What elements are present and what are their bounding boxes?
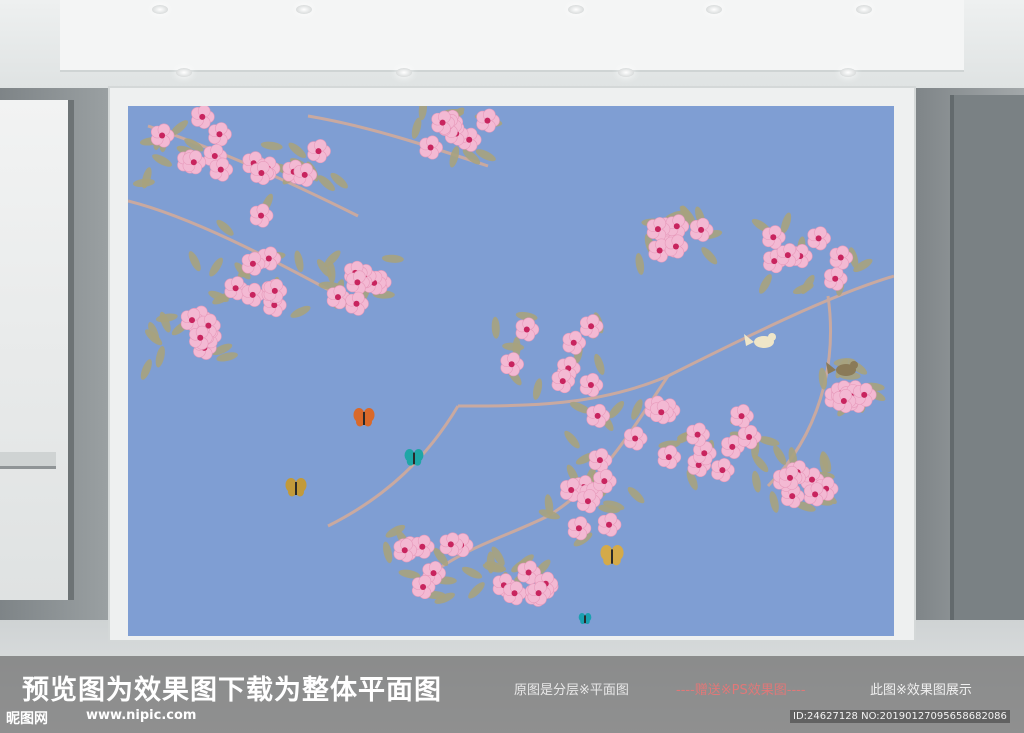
spotlight-icon [856,5,872,14]
leaf-icon [468,582,485,599]
peach-blossom-icon [503,581,527,606]
peach-blossom-icon [476,108,500,133]
note-preview: 此图※效果图展示 [870,683,972,698]
spotlight-icon [568,5,584,14]
peach-blossom-icon [191,106,215,129]
peach-blossom-icon [500,352,524,377]
peach-blossom-icon [249,203,274,228]
peach-blossom-icon [419,135,443,160]
watermark-site: www.nipic.com [86,708,197,723]
peach-blossom-icon [241,282,266,307]
leaf-icon [491,316,500,339]
note-original: 原图是分层※平面图 [514,683,629,698]
leaf-icon [290,305,311,318]
peach-blossom-icon [597,512,622,537]
leaf-icon [635,253,645,275]
butterfly-icon [600,545,624,566]
left-doorway [0,100,74,600]
note-gift: ----赠送※PS效果图---- [676,683,806,698]
leaf-icon [564,430,580,449]
leaf-icon [288,142,307,159]
leaf-icon [383,541,393,564]
spotlight-icon [618,68,634,77]
peach-blossom-icon [182,150,207,175]
leaf-icon [188,251,201,272]
peach-blossom-icon [807,226,831,251]
leaf-icon [152,154,172,167]
leaf-icon [759,274,772,294]
watermark-logo: 昵图网 [6,711,48,727]
leaf-icon [769,491,779,513]
leaf-icon [132,178,155,188]
leaf-icon [627,486,645,504]
peach-blossom-icon [664,234,689,259]
peach-blossom-icon [579,373,604,398]
leaf-icon [381,254,404,263]
leaf-icon [461,566,483,579]
interior-scene [0,0,1024,733]
spotlight-icon [176,68,192,77]
peach-blossom-icon [593,469,617,494]
spotlight-icon [706,5,722,14]
peach-blossom-icon [515,317,540,342]
peach-blossom-icon [208,122,232,147]
butterfly-icon [353,408,375,427]
peach-blossom-icon [657,445,682,470]
leaf-icon [773,445,787,465]
leaf-icon [502,342,525,351]
peach-blossom-icon [263,278,288,303]
leaf-icon [140,359,152,380]
peach-blossom-icon [209,157,234,182]
peach-blossom-icon [623,426,648,451]
leaf-icon [209,257,223,277]
spotlight-icon [840,68,856,77]
mural-artwork [128,106,894,625]
sink [0,452,56,469]
leaf-icon [294,250,304,273]
peach-blossom-icon [711,458,735,483]
butterfly-icon [285,478,307,497]
ceiling-step [60,0,964,72]
peach-blossom-icon [588,448,613,473]
leaf-icon [752,470,761,493]
leaf-icon [155,345,165,368]
spotlight-icon [396,68,412,77]
image-id: ID:24627128 NO:20190127095658682086 [790,710,1010,723]
spotlight-icon [152,5,168,14]
leaf-icon [533,378,543,400]
leaf-icon [631,399,643,420]
preview-caption: 预览图为效果图下载为整体平面图 [22,675,442,706]
peach-blossom-mural [128,106,894,636]
butterfly-icon [404,449,424,466]
right-wall-panel [950,95,1024,635]
ceiling [0,0,1024,88]
leaf-icon [260,141,283,151]
butterfly-icon [578,613,592,625]
spotlight-icon [296,5,312,14]
leaf-icon [701,247,718,265]
peach-blossom-icon [730,404,754,429]
peach-blossom-icon [150,123,175,148]
leaf-icon [594,353,605,375]
peach-blossom-icon [307,139,331,164]
